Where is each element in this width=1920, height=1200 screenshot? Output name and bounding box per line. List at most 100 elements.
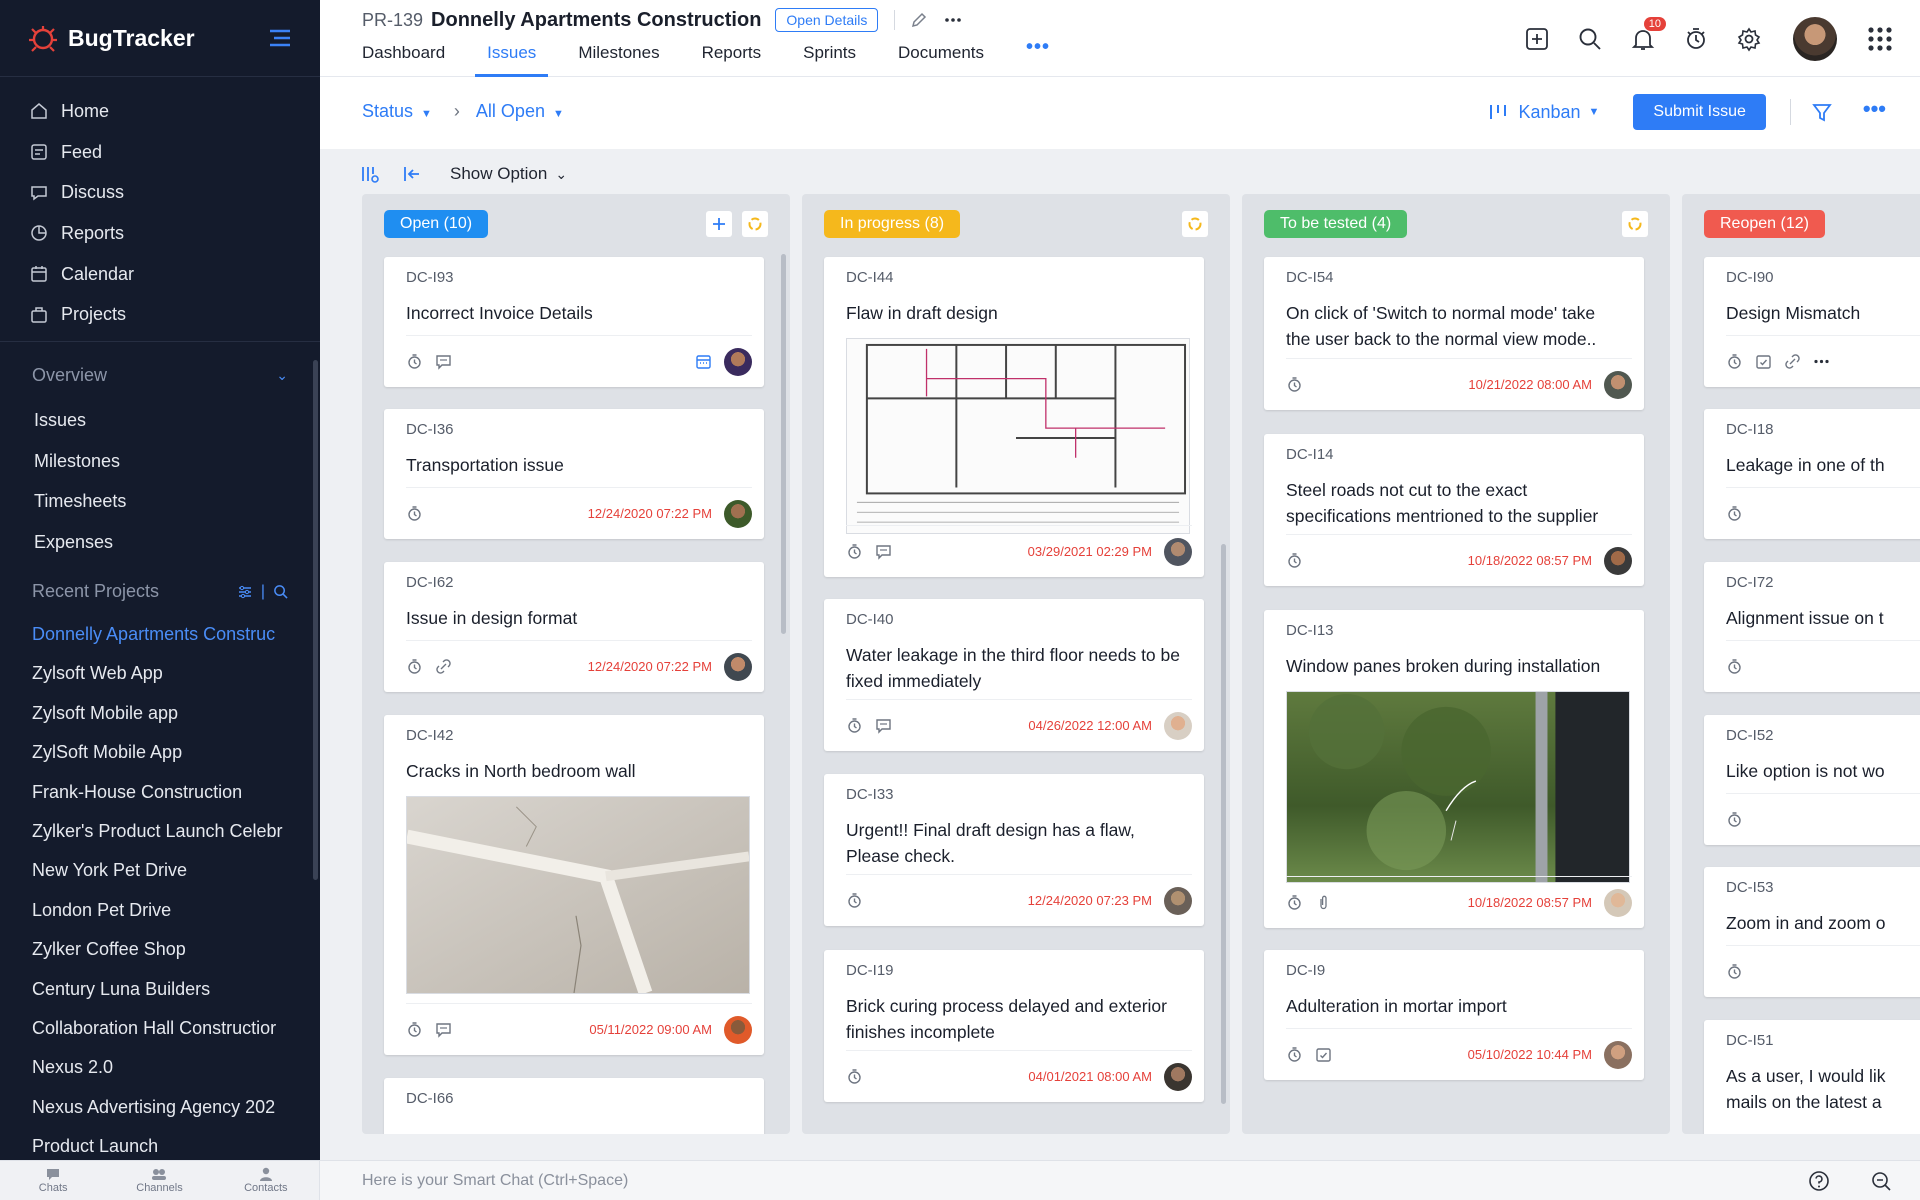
recent-project-item[interactable]: Nexus Advertising Agency 202	[0, 1088, 300, 1127]
link-icon[interactable]	[1784, 353, 1801, 370]
tab-milestones[interactable]: Milestones	[578, 42, 659, 77]
issue-card[interactable]: DC-I52 Like option is not wo	[1704, 715, 1920, 845]
nav-projects[interactable]: Projects	[0, 294, 320, 335]
kanban-view-dropdown[interactable]: Kanban ▼	[1488, 102, 1599, 123]
add-card-button[interactable]	[706, 211, 732, 237]
timer-icon[interactable]	[406, 353, 423, 370]
nav-discuss[interactable]: Discuss	[0, 172, 320, 213]
recent-project-item[interactable]: ZylSoft Mobile App	[0, 733, 300, 772]
link-icon[interactable]	[435, 658, 452, 675]
timer-icon[interactable]	[846, 543, 863, 560]
issue-card[interactable]: DC-I14 Steel roads not cut to the exact …	[1264, 434, 1644, 586]
nav-home[interactable]: Home	[0, 91, 320, 132]
comment-icon[interactable]	[875, 717, 892, 734]
broken-window-photo[interactable]	[1286, 691, 1630, 883]
column-status-pill[interactable]: In progress (8)	[824, 210, 961, 238]
floor-plan-drawing[interactable]	[846, 338, 1190, 534]
tab-channels[interactable]: Channels	[106, 1161, 212, 1200]
submit-issue-button[interactable]: Submit Issue	[1633, 94, 1766, 130]
assignee-avatar[interactable]	[1164, 537, 1192, 566]
issue-card[interactable]: DC-I72 Alignment issue on t	[1704, 562, 1920, 692]
assignee-avatar[interactable]	[724, 652, 752, 681]
overview-item-expenses[interactable]: Expenses	[0, 522, 320, 563]
issue-card[interactable]: DC-I44 Flaw in draft design 03/29/2021 0…	[824, 257, 1204, 577]
help-icon[interactable]	[1808, 1170, 1830, 1192]
gear-icon[interactable]	[1736, 26, 1762, 52]
timer-icon[interactable]	[1726, 963, 1743, 980]
issue-card[interactable]: DC-I19 Brick curing process delayed and …	[824, 950, 1204, 1102]
assignee-avatar[interactable]	[1604, 370, 1632, 399]
timer-icon[interactable]	[1286, 376, 1303, 393]
timer-icon[interactable]	[1726, 811, 1743, 828]
issue-card[interactable]: DC-I9 Adulteration in mortar import 05/1…	[1264, 950, 1644, 1080]
all-open-dropdown[interactable]: All Open ▼	[476, 101, 564, 122]
more-options-icon[interactable]	[943, 10, 963, 30]
comment-icon[interactable]	[435, 353, 452, 370]
column-status-pill[interactable]: To be tested (4)	[1264, 210, 1408, 238]
add-icon[interactable]	[1524, 26, 1550, 52]
timer-icon[interactable]	[1286, 552, 1303, 569]
issue-card[interactable]: DC-I13 Window panes broken during instal…	[1264, 610, 1644, 928]
recent-project-item[interactable]: Century Luna Builders	[0, 969, 300, 1008]
overview-header[interactable]: Overview ⌄	[0, 350, 320, 400]
timer-icon[interactable]	[406, 505, 423, 522]
issue-card[interactable]: DC-I51 As a user, I would lik mails on t…	[1704, 1020, 1920, 1134]
show-option-dropdown[interactable]: Show Option ⌄	[450, 164, 567, 184]
recent-project-item[interactable]: Nexus 2.0	[0, 1048, 300, 1087]
issue-card[interactable]: DC-I53 Zoom in and zoom o	[1704, 867, 1920, 997]
timer-icon[interactable]	[846, 1068, 863, 1085]
timer-icon[interactable]	[1726, 353, 1743, 370]
notifications-button[interactable]: 10	[1630, 16, 1666, 52]
chevron-down-icon[interactable]: ⌄	[276, 367, 288, 384]
more-options-icon[interactable]	[1813, 353, 1830, 370]
timer-icon[interactable]	[1286, 894, 1303, 911]
more-tabs-icon[interactable]: •••	[1026, 36, 1050, 77]
nav-reports[interactable]: Reports	[0, 213, 320, 254]
nav-calendar[interactable]: Calendar	[0, 254, 320, 295]
recent-project-item[interactable]: Product Launch	[0, 1127, 300, 1160]
zoom-search-icon[interactable]	[1870, 1170, 1892, 1192]
smart-chat-input[interactable]: Here is your Smart Chat (Ctrl+Space)	[362, 1172, 628, 1190]
hamburger-menu-icon[interactable]	[268, 29, 292, 47]
search-icon[interactable]	[1577, 26, 1603, 52]
open-details-button[interactable]: Open Details	[775, 8, 879, 32]
tab-reports[interactable]: Reports	[702, 42, 762, 77]
issue-card[interactable]: DC-I33 Urgent!! Final draft design has a…	[824, 774, 1204, 926]
recent-project-item[interactable]: Zylker's Product Launch Celebr	[0, 812, 300, 851]
column-refresh-button[interactable]	[1622, 211, 1648, 237]
task-calendar-icon[interactable]	[1315, 1046, 1332, 1063]
assignee-avatar[interactable]	[1604, 546, 1632, 575]
more-actions-icon[interactable]: •••	[1863, 96, 1886, 122]
timer-icon[interactable]	[1726, 658, 1743, 675]
issue-card[interactable]: DC-I66	[384, 1078, 764, 1134]
status-dropdown[interactable]: Status ▼	[362, 101, 432, 122]
recent-project-item[interactable]: Zylsoft Mobile app	[0, 694, 300, 733]
recent-project-item[interactable]: Zylsoft Web App	[0, 654, 300, 693]
edit-pencil-icon[interactable]	[909, 10, 929, 30]
issue-card[interactable]: DC-I54 On click of 'Switch to normal mod…	[1264, 257, 1644, 410]
column-refresh-button[interactable]	[742, 211, 768, 237]
filter-icon[interactable]	[1811, 101, 1833, 123]
timer-icon[interactable]	[1683, 26, 1709, 52]
issue-card[interactable]: DC-I93 Incorrect Invoice Details	[384, 257, 764, 387]
attachment-icon[interactable]	[1315, 894, 1332, 911]
assignee-avatar[interactable]	[724, 499, 752, 528]
assignee-avatar[interactable]	[1604, 888, 1632, 917]
collapse-columns-icon[interactable]	[402, 164, 422, 184]
column-settings-icon[interactable]	[360, 164, 380, 184]
settings-sliders-icon[interactable]	[237, 584, 253, 600]
assignee-avatar[interactable]	[1164, 886, 1192, 915]
timer-icon[interactable]	[1726, 505, 1743, 522]
recent-project-item[interactable]: Collaboration Hall Constructior	[0, 1009, 300, 1048]
assignee-avatar[interactable]	[1604, 1040, 1632, 1069]
assignee-avatar[interactable]	[724, 1015, 752, 1044]
tab-documents[interactable]: Documents	[898, 42, 984, 77]
apps-grid-icon[interactable]	[1867, 26, 1893, 52]
column-status-pill[interactable]: Reopen (12)	[1704, 210, 1825, 238]
issue-card[interactable]: DC-I18 Leakage in one of th	[1704, 409, 1920, 539]
issue-card[interactable]: DC-I42 Cracks in North bedroom wall 05/1…	[384, 715, 764, 1055]
recent-project-item[interactable]: Frank-House Construction	[0, 772, 300, 811]
issue-card[interactable]: DC-I90 Design Mismatch	[1704, 257, 1920, 387]
comment-icon[interactable]	[435, 1021, 452, 1038]
tab-chats[interactable]: Chats	[0, 1161, 106, 1200]
